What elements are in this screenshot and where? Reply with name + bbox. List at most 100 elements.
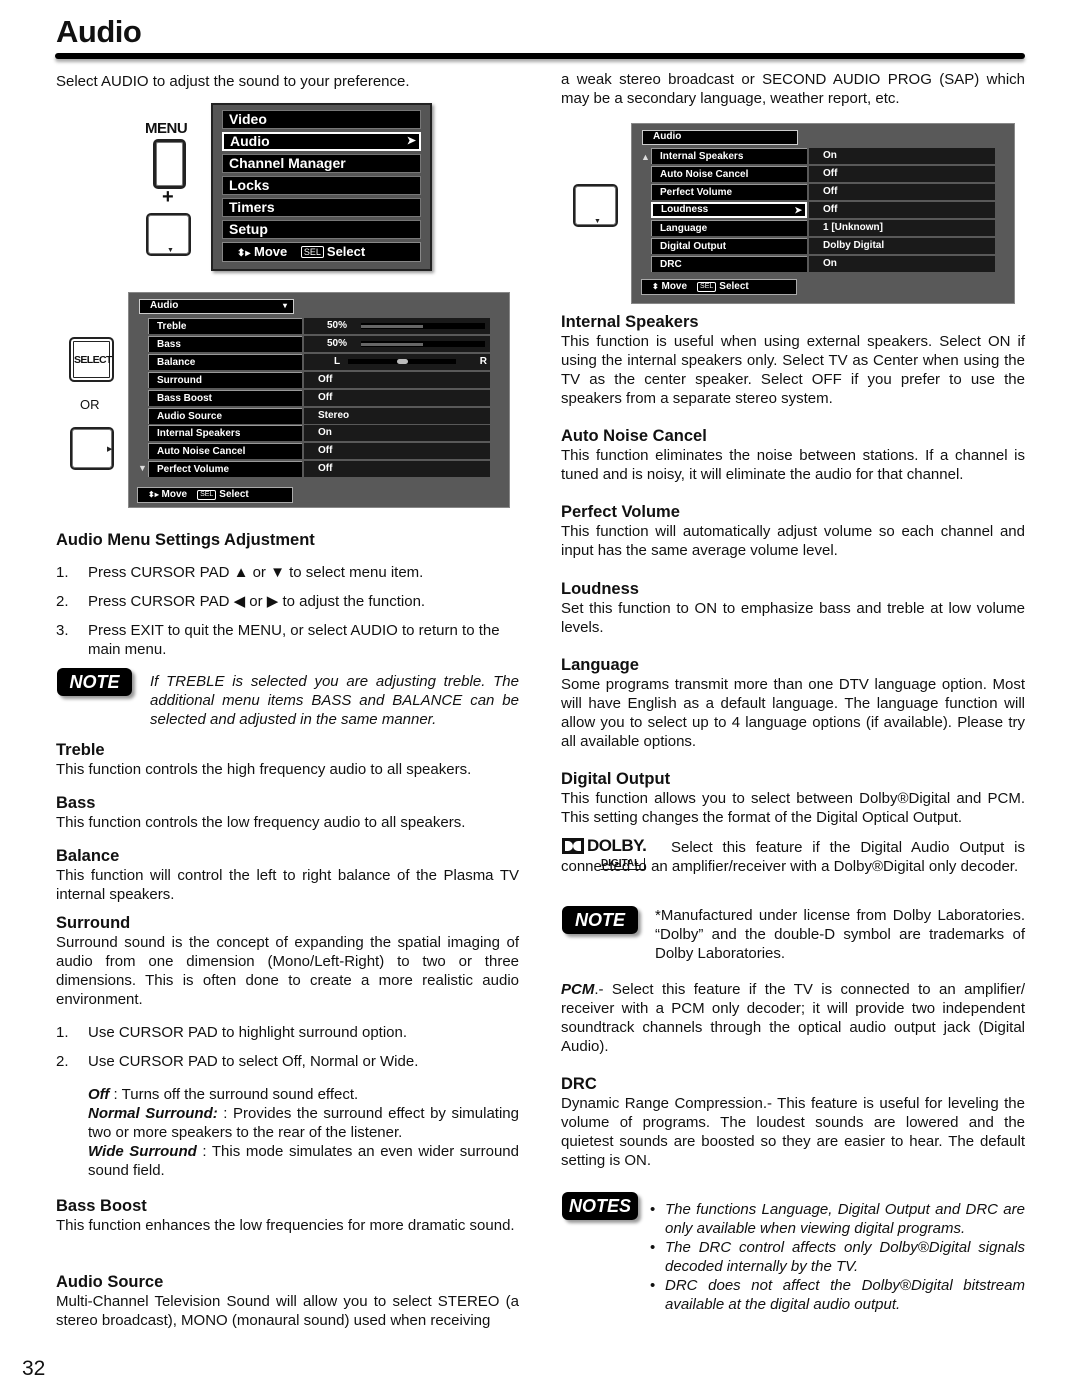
step-item: 2. Press CURSOR PAD ◀ or ▶ to adjust the … [56, 593, 426, 610]
adjust-steps: 1. Press CURSOR PAD ▲ or ▼ to select menu… [56, 563, 519, 669]
digital-output-heading: Digital Output [561, 770, 671, 788]
page-number: 32 [22, 1357, 46, 1380]
osd-row-label: Balance [148, 353, 302, 370]
surround-text: Surround sound is the concept of expandi… [56, 934, 519, 1008]
note-text: If TREBLE is selected you are adjusting … [150, 673, 519, 728]
treble-text: This function controls the high frequenc… [56, 761, 472, 778]
osd-row-treble[interactable]: Treble 50% [148, 318, 490, 334]
anc-text: This function eliminates the noise betwe… [561, 447, 1025, 483]
move-icon: ⬍ [652, 282, 659, 291]
level-slider-fill [361, 325, 423, 328]
surround-steps: 1. Use CURSOR PAD to highlight surround o… [56, 1023, 519, 1081]
osd-row-bass[interactable]: Bass 50% [148, 335, 490, 352]
notes-item: • The functions Language, Digital Output … [650, 1201, 1025, 1237]
balance-slider[interactable] [348, 358, 456, 364]
move-icon: ⬍▸ [148, 490, 159, 499]
osd-row-label: Loudness ➤ [651, 202, 807, 218]
audio-menu-osd-1: Audio ▾ ▼ ⬍▸ Move SEL Select Treble 50% Bass 5… [128, 292, 510, 508]
main-menu-item-locks[interactable]: Locks [222, 176, 421, 195]
main-menu-osd: Video Audio ➤ Channel Manager Locks Timer… [211, 103, 432, 271]
osd-row-value: On [304, 425, 490, 442]
osd-row-label: DRC [651, 256, 807, 272]
osd-row-auto-noise-cancel[interactable]: Auto Noise Cancel Off [651, 166, 995, 182]
osd-row-loudness[interactable]: Loudness ➤ Off [651, 202, 995, 218]
bass-text: This function controls the low frequency… [56, 814, 466, 831]
balance-slider-knob[interactable] [397, 358, 408, 364]
osd-row-value: Stereo [304, 407, 490, 424]
main-menu-item-timers[interactable]: Timers [222, 198, 421, 217]
internal-speakers-text: This function is useful when using exter… [561, 333, 1025, 407]
level-slider-fill [361, 342, 423, 346]
step-item: 3. Press EXIT to quit the MENU, or select… [56, 622, 500, 658]
osd-row-value: Off [304, 461, 490, 478]
pcm-text: PCM.- Select this feature if the TV is c… [561, 981, 1025, 1055]
treble-heading: Treble [56, 741, 105, 759]
main-menu-item-video[interactable]: Video [222, 110, 421, 129]
notes-list: • The functions Language, Digital Output … [650, 1200, 1025, 1314]
osd-row-value: Off [809, 184, 995, 200]
osd-row-auto-noise-cancel[interactable]: Auto Noise Cancel Off [148, 443, 490, 460]
level-slider[interactable] [361, 340, 485, 347]
osd-row-language[interactable]: Language 1 [Unknown] [651, 220, 995, 236]
osd-row-value: On [809, 148, 995, 164]
step-item: 2. Use CURSOR PAD to select Off, Normal o… [56, 1053, 419, 1070]
bass-heading: Bass [56, 794, 96, 812]
level-slider[interactable] [361, 323, 485, 329]
main-menu-item-setup[interactable]: Setup [222, 220, 421, 239]
arrow-right-icon: ➤ [794, 205, 802, 215]
move-icon: ⬍▸ [237, 248, 251, 259]
language-text: Some programs transmit more than one DTV… [561, 676, 1025, 750]
main-menu-item-channel-manager[interactable]: Channel Manager [222, 154, 421, 173]
surround-heading: Surround [56, 914, 131, 932]
osd-row-value: Off [304, 371, 490, 388]
osd-row-balance[interactable]: Balance L R [148, 353, 490, 370]
osd-row-bass-boost[interactable]: Bass Boost Off [148, 389, 490, 406]
osd-row-value: Off [809, 166, 995, 182]
or-label: OR [80, 397, 100, 412]
osd-row-digital-output[interactable]: Digital Output Dolby Digital [651, 238, 995, 254]
osd-row-label: Bass Boost [148, 389, 302, 406]
osd-row-perfect-volume[interactable]: Perfect Volume Off [148, 461, 490, 478]
cursor-down-button-icon: ▼ [146, 213, 191, 256]
plus-sign: + [162, 186, 174, 208]
scroll-down-icon: ▼ [138, 463, 147, 473]
balance-heading: Balance [56, 847, 120, 865]
audiosource-text: Multi-Channel Television Sound will allo… [56, 1293, 519, 1329]
osd-row-label: Treble [148, 318, 302, 334]
bassboost-heading: Bass Boost [56, 1197, 147, 1215]
main-menu-footer: ⬍▸ Move SEL Select [222, 242, 421, 262]
loudness-text: Set this function to ON to emphasize bas… [561, 600, 1025, 636]
step-item: 1. Press CURSOR PAD ▲ or ▼ to select menu… [56, 564, 424, 581]
osd-row-surround[interactable]: Surround Off [148, 371, 490, 388]
osd-row-perfect-volume[interactable]: Perfect Volume Off [651, 184, 995, 200]
step-item: 1. Use CURSOR PAD to highlight surround o… [56, 1024, 408, 1041]
scroll-up-icon: ▲ [641, 152, 650, 162]
osd-row-drc[interactable]: DRC On [651, 256, 995, 272]
audiosource-heading: Audio Source [56, 1273, 164, 1291]
main-menu-item-audio[interactable]: Audio ➤ [222, 132, 421, 151]
osd-row-value: 1 [Unknown] [809, 220, 995, 236]
osd-row-value: Off [809, 202, 995, 218]
osd-row-label: Perfect Volume [651, 184, 807, 200]
osd-row-internal-speakers[interactable]: Internal Speakers On [651, 148, 995, 164]
audio-menu-osd-2: Audio ▲ ⬍ Move SEL Select Internal Speaker… [631, 123, 1015, 304]
menu-button-icon [153, 139, 186, 189]
dropdown-icon: ▾ [282, 301, 287, 310]
audio-menu-2-footer: ⬍ Move SEL Select [641, 279, 797, 295]
arrow-right-icon: ➤ [406, 135, 416, 147]
perfect-volume-text: This function will automatically adjust … [561, 523, 1025, 559]
osd-row-label: Bass [148, 335, 302, 352]
surround-modes: Off : Turns off the surround sound effec… [88, 1086, 519, 1179]
osd-row-label: Internal Speakers [651, 148, 807, 164]
perfect-volume-heading: Perfect Volume [561, 503, 680, 521]
digital-output-text: This function allows you to select betwe… [561, 790, 1025, 826]
internal-speakers-heading: Internal Speakers [561, 313, 699, 331]
audio-menu-2-header: Audio [642, 130, 798, 145]
osd-row-label: Perfect Volume [148, 461, 302, 478]
note-badge: NOTE [57, 668, 132, 696]
osd-row-internal-speakers[interactable]: Internal Speakers On [148, 425, 490, 442]
osd-row-audio-source[interactable]: Audio Source Stereo [148, 407, 490, 424]
osd-row-label: Auto Noise Cancel [651, 166, 807, 182]
language-heading: Language [561, 656, 639, 674]
menu-label: MENU [145, 120, 188, 137]
